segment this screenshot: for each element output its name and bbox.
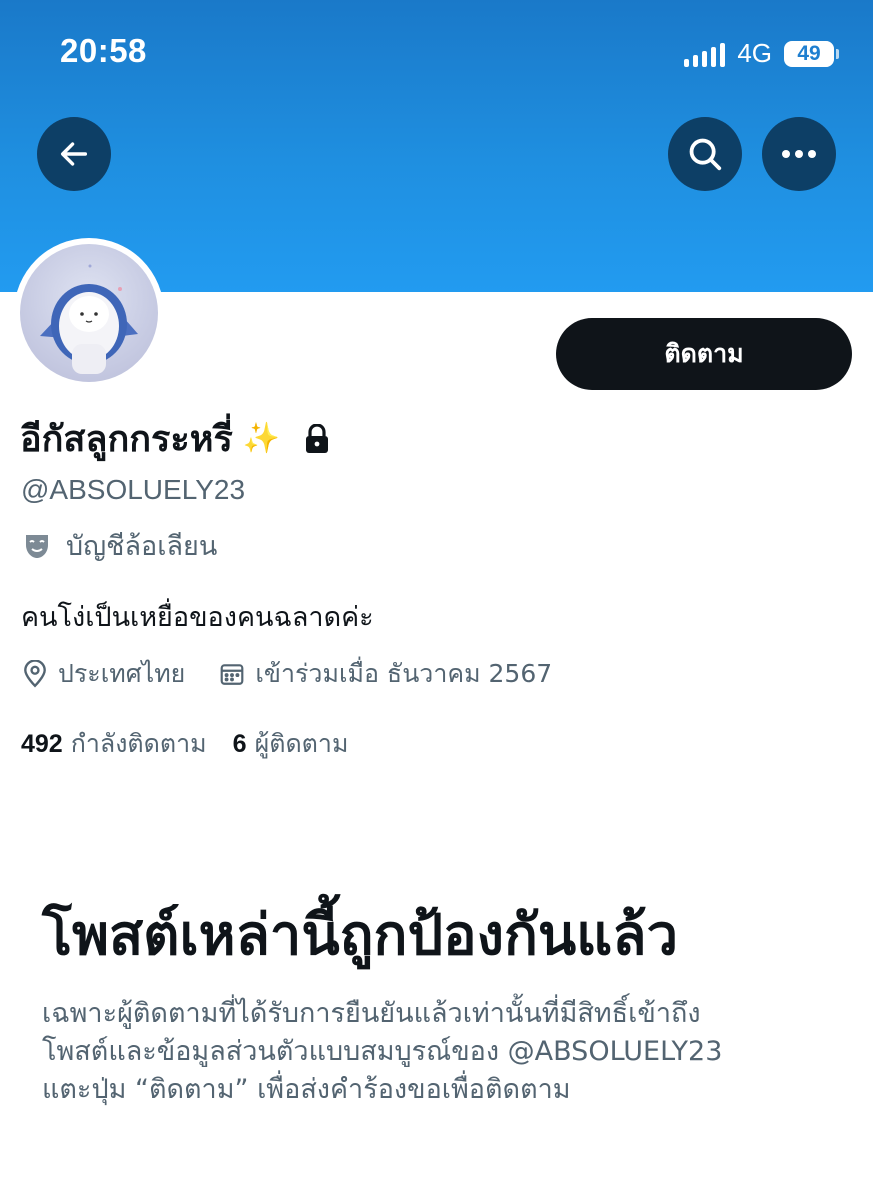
followers-label: ผู้ติดตาม bbox=[254, 729, 349, 758]
theater-mask-icon bbox=[26, 534, 48, 558]
following-label: กำลังติดตาม bbox=[70, 729, 207, 758]
followers-count: 6 bbox=[232, 730, 247, 758]
status-indicators: 4G 49 bbox=[684, 38, 839, 69]
protected-description: เฉพาะผู้ติดตามที่ได้รับการยืนยันแล้วเท่า… bbox=[42, 995, 842, 1109]
display-name: อีกัสลูกกระหรี่ bbox=[20, 419, 233, 460]
profile-handle: @ABSOLUELY23 bbox=[21, 474, 246, 505]
parody-label: บัญชีล้อเลียน bbox=[66, 531, 218, 562]
avatar-image bbox=[20, 244, 158, 382]
follow-button[interactable]: ติดตาม bbox=[556, 318, 852, 390]
profile-bio: คนโง่เป็นเหยื่อของคนฉลาดค่ะ bbox=[21, 602, 374, 633]
search-button[interactable] bbox=[668, 117, 742, 191]
calendar-icon bbox=[220, 664, 244, 685]
joined-label: เข้าร่วมเมื่อ ธันวาคม 2567 bbox=[255, 659, 553, 688]
profile-meta: ประเทศไทย เข้าร่วมเมื่อ ธันวาคม 2567 bbox=[22, 654, 552, 694]
location-pin-icon bbox=[24, 660, 46, 688]
following-stat[interactable]: 492 กำลังติดตาม bbox=[21, 724, 207, 764]
sparkles-emoji: ✨ bbox=[242, 421, 281, 456]
following-count: 492 bbox=[21, 730, 63, 758]
protected-title: โพสต์เหล่านี้ถูกป้องกันแล้ว bbox=[42, 903, 679, 968]
battery-icon: 49 bbox=[784, 40, 839, 67]
display-name-row: อีกัสลูกกระหรี่ ✨ bbox=[20, 410, 330, 467]
more-dots-icon bbox=[782, 150, 816, 158]
protected-line-1: เฉพาะผู้ติดตามที่ได้รับการยืนยันแล้วเท่า… bbox=[42, 998, 701, 1029]
search-icon bbox=[689, 138, 722, 171]
parody-badge: บัญชีล้อเลียน bbox=[22, 524, 217, 567]
protected-line-2: โพสต์และข้อมูลส่วนตัวแบบสมบูรณ์ของ @ABSO… bbox=[42, 1036, 723, 1067]
signal-icon bbox=[684, 41, 726, 67]
avatar[interactable] bbox=[14, 238, 164, 388]
followers-stat[interactable]: 6 ผู้ติดตาม bbox=[233, 724, 349, 764]
location-item: ประเทศไทย bbox=[22, 654, 185, 694]
location-label: ประเทศไทย bbox=[58, 659, 186, 688]
lock-icon bbox=[306, 423, 329, 453]
profile-stats: 492 กำลังติดตาม 6 ผู้ติดตาม bbox=[21, 724, 348, 764]
joined-item: เข้าร่วมเมื่อ ธันวาคม 2567 bbox=[219, 654, 552, 694]
network-label: 4G bbox=[737, 38, 772, 68]
battery-level: 49 bbox=[797, 41, 821, 65]
more-options-button[interactable] bbox=[762, 117, 836, 191]
back-button[interactable] bbox=[37, 117, 111, 191]
arrow-left-icon bbox=[60, 142, 88, 166]
status-time: 20:58 bbox=[60, 32, 147, 69]
protected-line-3: แตะปุ่ม “ติดตาม” เพื่อส่งคำร้องขอเพื่อติ… bbox=[42, 1074, 571, 1105]
